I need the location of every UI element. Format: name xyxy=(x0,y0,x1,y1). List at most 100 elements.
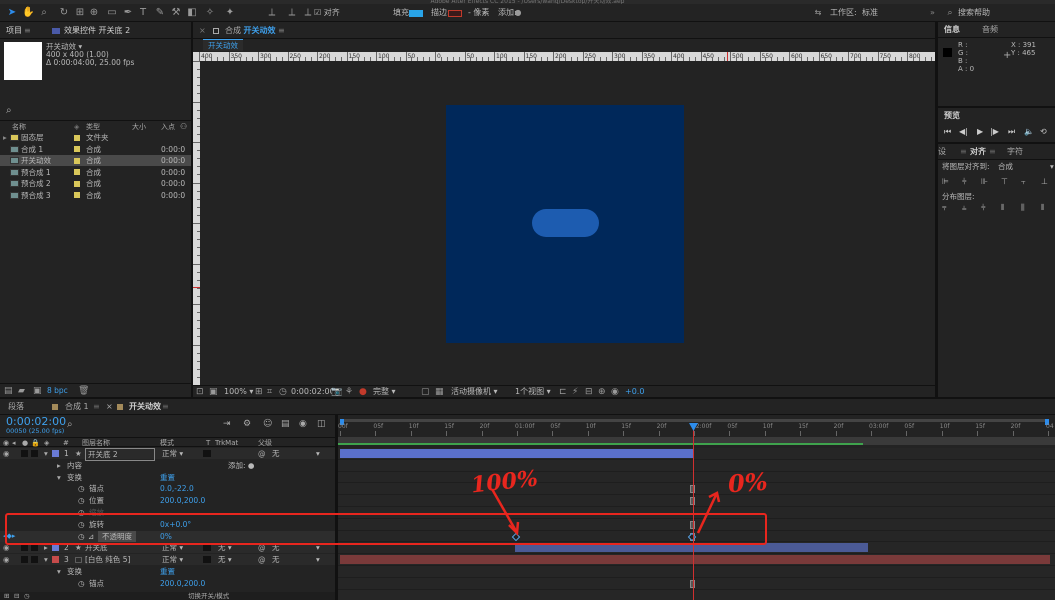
reset-link[interactable]: 重置 xyxy=(160,472,175,483)
exposure-value[interactable]: +0.0 xyxy=(625,387,644,397)
label-swatch[interactable] xyxy=(52,544,59,552)
frame-blending-icon[interactable]: ▤ xyxy=(281,418,290,430)
track-row[interactable] xyxy=(338,472,1055,484)
composition-viewer[interactable] xyxy=(200,61,935,385)
mode-select[interactable]: 正常 ▾ xyxy=(162,448,183,459)
layer-name[interactable]: [白色 纯色 5] xyxy=(85,554,155,565)
label-swatch[interactable] xyxy=(74,146,80,152)
lock-box[interactable] xyxy=(31,450,38,457)
layer-bar[interactable] xyxy=(340,449,693,458)
roi-icon[interactable]: ▢ xyxy=(421,387,430,397)
property-group[interactable]: ▾ 变换 重置 xyxy=(0,566,335,577)
tab-paragraph[interactable]: 段落 xyxy=(8,400,24,414)
distribute-top-icon[interactable]: ⫧ xyxy=(942,203,947,213)
viewer-timecode[interactable]: 0:00:02:00 xyxy=(291,387,335,397)
tab-menu-icon[interactable]: ≡ xyxy=(162,400,169,414)
puppet-pin-tool-icon[interactable]: ✦ xyxy=(224,7,236,19)
property-row[interactable]: ◷ 锚点 0.0,-22.0 xyxy=(0,483,335,494)
stopwatch-icon[interactable]: ◷ xyxy=(78,578,85,589)
transparency-grid-icon[interactable]: ▦ xyxy=(435,387,444,397)
col-size[interactable]: 大小 xyxy=(132,122,146,132)
first-frame-icon[interactable]: ⏮ xyxy=(944,127,951,137)
tab-project[interactable]: 项目 xyxy=(6,24,22,38)
loop-icon[interactable]: ⟲ xyxy=(1040,127,1047,137)
align-hcenter-icon[interactable]: ⫩ xyxy=(962,177,967,187)
stroke-swatch[interactable] xyxy=(448,10,462,17)
preserve-transparency-box[interactable] xyxy=(203,556,211,564)
align-right-icon[interactable]: ⊪ xyxy=(981,177,988,187)
project-item[interactable]: 预合成 1 合成 0:00:0 xyxy=(0,167,191,178)
tab-menu-icon[interactable]: ≡ xyxy=(278,24,285,38)
tab-info[interactable]: 信息 xyxy=(944,23,960,37)
new-folder-icon[interactable]: ▰ xyxy=(18,386,25,396)
align-vcenter-icon[interactable]: ⫟ xyxy=(1021,177,1026,187)
eraser-tool-icon[interactable]: ◧ xyxy=(186,7,198,19)
property-value[interactable]: 200.0,200.0 xyxy=(160,495,205,506)
label-swatch[interactable] xyxy=(74,192,80,198)
stopwatch-icon[interactable]: ◷ xyxy=(78,495,85,506)
project-item[interactable]: ▸ 固态层 文件夹 xyxy=(0,132,191,143)
track-row[interactable] xyxy=(338,460,1055,472)
align-bottom-icon[interactable]: ⊥ xyxy=(1041,177,1048,187)
property-row[interactable]: ◷ 位置 200.0,200.0 xyxy=(0,495,335,506)
selection-tool-icon[interactable]: ➤ xyxy=(6,7,18,19)
lock-icon[interactable]: 🔒 xyxy=(31,438,40,448)
stopwatch-icon[interactable]: ◷ xyxy=(78,483,85,494)
pen-tool-icon[interactable]: ✒ xyxy=(122,7,134,19)
distribute-vcenter-icon[interactable]: ⫨ xyxy=(962,203,967,213)
label-swatch[interactable] xyxy=(74,180,80,187)
tab-align[interactable]: 对齐 xyxy=(970,145,986,159)
camera-tool-icon[interactable]: ⊞ xyxy=(74,7,86,19)
solo-box[interactable] xyxy=(21,544,28,552)
parent-select[interactable]: 无 ▾ xyxy=(272,554,322,565)
search-icon[interactable]: ⌕ xyxy=(6,105,12,116)
align-to-select[interactable]: 合成 ▾ xyxy=(998,162,1055,172)
col-layer-name[interactable]: 图层名称 xyxy=(82,438,110,448)
property-value[interactable]: 0.0,-22.0 xyxy=(160,483,194,494)
expand-arrow-icon[interactable]: ▸ xyxy=(3,132,7,143)
reset-exposure-icon[interactable]: ◉ xyxy=(611,387,619,397)
track-row[interactable] xyxy=(338,578,1055,590)
switch-pill[interactable] xyxy=(532,209,599,237)
quality-select[interactable]: 完整 ▾ xyxy=(373,387,396,397)
rectangle-tool-icon[interactable]: ▭ xyxy=(106,7,118,19)
trkmat-select[interactable]: 无 ▾ xyxy=(218,554,232,565)
eye-icon[interactable]: ◉ xyxy=(3,554,10,565)
lock-box[interactable] xyxy=(31,544,38,552)
distribute-left-icon[interactable]: ⦀ xyxy=(1001,203,1005,213)
parent-select[interactable]: 无 ▾ xyxy=(272,448,322,459)
grid-icon[interactable]: ⊞ xyxy=(255,387,263,397)
project-item[interactable]: 预合成 3 合成 0:00:0 xyxy=(0,190,191,201)
label-swatch[interactable] xyxy=(74,134,80,141)
trash-icon[interactable]: 🗑 xyxy=(78,386,89,396)
label-swatch[interactable] xyxy=(74,157,80,164)
stroke-width[interactable]: - 像素 xyxy=(468,8,489,18)
comp-subtab[interactable]: 开关动效 xyxy=(203,39,243,51)
search-icon[interactable]: ⌕ xyxy=(67,419,73,430)
tab-character[interactable]: 字符 xyxy=(1007,145,1023,159)
distribute-right-icon[interactable]: ⦀ xyxy=(1041,203,1045,213)
region-icon[interactable]: ⌗ xyxy=(267,387,272,397)
tab-effects[interactable]: 效果控件 开关底 2 xyxy=(64,24,130,38)
property-value[interactable]: 200.0,200.0 xyxy=(160,578,205,589)
rotate-tool-icon[interactable]: ↻ xyxy=(58,7,70,19)
last-frame-icon[interactable]: ⏭ xyxy=(1008,127,1015,137)
zoom-select[interactable]: 100% ▾ xyxy=(224,387,253,397)
close-icon[interactable]: × xyxy=(199,24,206,38)
mask-visibility-icon[interactable]: ▣ xyxy=(209,387,218,397)
reset-link[interactable]: 重置 xyxy=(160,566,175,577)
distribute-bottom-icon[interactable]: ⫩ xyxy=(981,203,986,213)
interpret-footage-icon[interactable]: ▤ xyxy=(4,386,13,396)
pick-whip-icon[interactable]: @ xyxy=(258,448,266,459)
preserve-transparency-box[interactable] xyxy=(203,450,211,457)
expand-arrow-icon[interactable]: ▾ xyxy=(44,554,48,565)
layer-bar[interactable] xyxy=(340,555,1050,565)
col-name[interactable]: 名称 xyxy=(12,122,26,132)
project-item[interactable]: 合成 1 合成 0:00:0 xyxy=(0,144,191,155)
label-swatch[interactable] xyxy=(74,169,80,175)
tab-left[interactable]: 设 xyxy=(938,145,946,159)
graph-editor-icon[interactable]: ◫ xyxy=(317,418,326,430)
flowchart-icon[interactable]: ⊕ xyxy=(598,387,606,397)
project-item[interactable]: 开关动效 合成 0:00:0 xyxy=(0,155,191,166)
show-snapshot-icon[interactable]: ⚘ xyxy=(345,387,353,397)
